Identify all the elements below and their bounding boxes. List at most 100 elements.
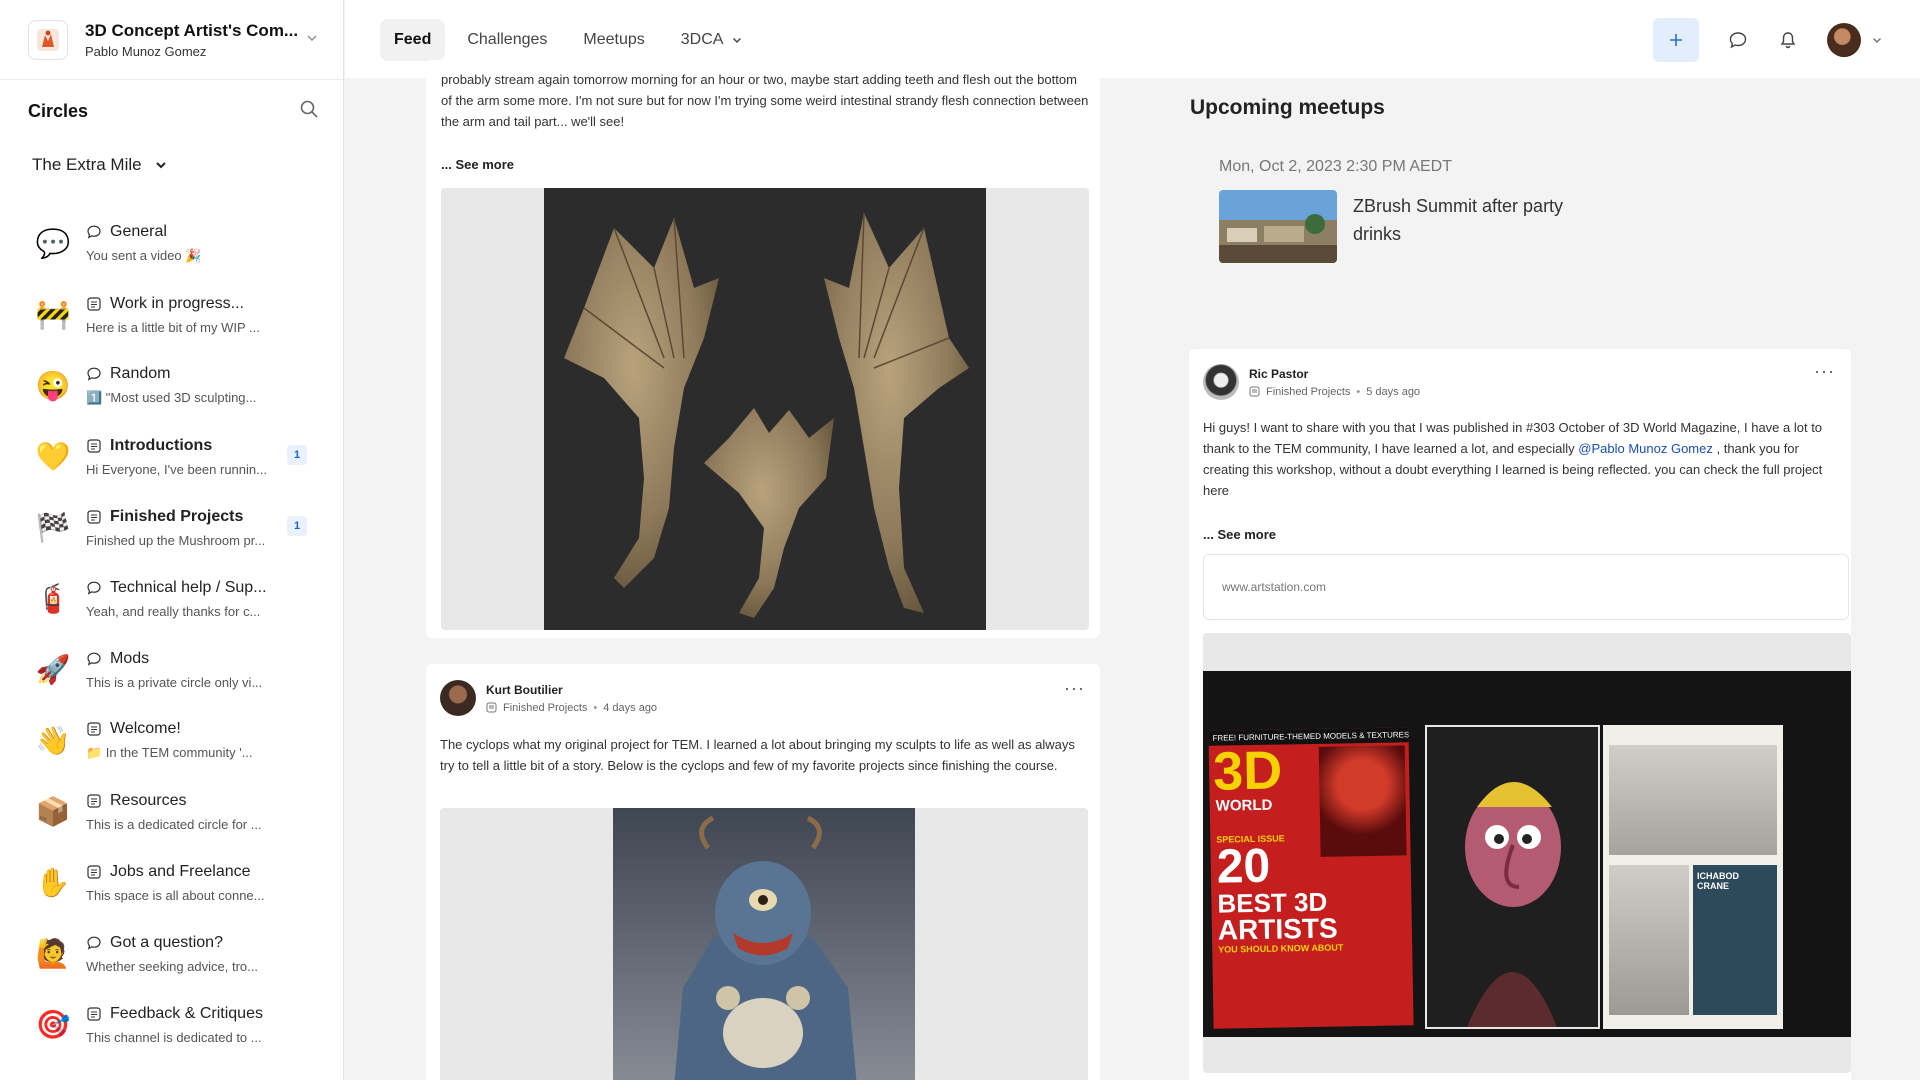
circle-list: 💬 General You sent a video 🎉 🚧 Work in progr… [0, 188, 343, 1060]
sidebar-item-label: Resources [110, 791, 187, 809]
posts-icon [86, 509, 102, 525]
space-selector[interactable]: The Extra Mile [0, 142, 343, 188]
community-logo [28, 19, 68, 60]
link-preview[interactable]: www.artstation.com [1203, 554, 1849, 620]
sidebar-item-feedback-critiques[interactable]: 🎯 Feedback & Critiques This channel is ded… [0, 989, 343, 1060]
sidebar-item-label: Introductions [110, 436, 213, 454]
see-more-link[interactable]: ... See more [441, 157, 514, 172]
sidebar-item-preview: Finished up the Mushroom pr... [86, 532, 266, 548]
tab-challenges[interactable]: Challenges [453, 19, 561, 61]
tab-challenges-label: Challenges [467, 31, 548, 48]
search-icon[interactable] [299, 99, 319, 124]
post-card: Ric Pastor Finished Projects • 5 days ag… [1189, 349, 1851, 1080]
sidebar-item-preview: Hi Everyone, I've been runnin... [86, 461, 267, 477]
post-header: Ric Pastor Finished Projects • 5 days ag… [1203, 364, 1420, 400]
circle-emoji-icon: 💬 [35, 228, 71, 259]
circle-emoji-icon: 📦 [35, 796, 71, 827]
sidebar-item-general[interactable]: 💬 General You sent a video 🎉 [0, 208, 343, 279]
top-actions [1653, 18, 1883, 62]
see-more-link[interactable]: ... See more [1203, 527, 1276, 542]
posts-icon [1249, 386, 1260, 397]
sidebar-item-preview: 📁 In the TEM community '... [86, 745, 253, 760]
posts-icon [86, 1006, 102, 1022]
community-name: 3D Concept Artist's Com... [85, 20, 299, 40]
magazine-headline: ARTISTS [1217, 912, 1338, 946]
user-menu[interactable] [1827, 23, 1883, 57]
circle-emoji-icon: 🧯 [35, 583, 71, 614]
post-image-frame[interactable]: FREE! FURNITURE-THEMED MODELS & TEXTURES… [1203, 633, 1851, 1073]
circles-title: Circles [28, 100, 89, 121]
sidebar-item-preview: This channel is dedicated to ... [86, 1029, 262, 1045]
avatar[interactable] [440, 680, 476, 716]
meetup-thumbnail[interactable] [1219, 190, 1337, 263]
post-meta: Finished Projects • 5 days ago [1249, 386, 1420, 398]
post-body: The cyclops what my original project for… [440, 737, 1075, 773]
sidebar: 3D Concept Artist's Com... Pablo Munoz G… [0, 0, 344, 1080]
sidebar-item-label: Mods [110, 649, 150, 667]
sidebar-item-label: Jobs and Freelance [110, 862, 251, 880]
community-switcher[interactable]: 3D Concept Artist's Com... Pablo Munoz G… [0, 0, 343, 80]
create-button[interactable] [1653, 18, 1699, 62]
tab-feed[interactable]: Feed [380, 19, 446, 61]
circle-emoji-icon: 👋 [35, 725, 71, 756]
chevron-down-icon [733, 37, 742, 44]
posts-icon [86, 721, 102, 737]
circle-emoji-icon: 🙋 [35, 938, 71, 969]
sidebar-item-preview: Here is a little bit of my WIP ... [86, 319, 260, 335]
community-user-name: Pablo Munoz Gomez [85, 43, 207, 59]
magazine-subheadline: YOU SHOULD KNOW ABOUT [1218, 942, 1344, 955]
magazine-page-title: ICHABOD CRANE [1697, 871, 1739, 891]
sidebar-item-random[interactable]: 😜 Random 1️⃣ "Most used 3D sculpting... [0, 350, 343, 421]
post-author[interactable]: Ric Pastor [1249, 367, 1420, 381]
meta-separator: • [593, 701, 598, 714]
sidebar-item-finished-projects[interactable]: 🏁 Finished Projects Finished up the Mushro… [0, 492, 343, 563]
chevron-down-icon [1872, 37, 1882, 44]
post-body: probably stream again tomorrow morning f… [441, 72, 1089, 129]
plus-icon [1670, 34, 1682, 46]
sidebar-item-label: Technical help / Sup... [110, 578, 267, 596]
circle-emoji-icon: 🚀 [35, 654, 71, 685]
meetup-item[interactable]: ZBrush Summit after party drinks [1219, 190, 1690, 263]
meetup-title[interactable]: ZBrush Summit after party drinks [1353, 192, 1613, 263]
chat-icon[interactable] [1727, 29, 1749, 51]
space-selector-label: The Extra Mile [32, 155, 142, 174]
user-mention-link[interactable]: @Pablo Munoz Gomez [1578, 441, 1713, 456]
sidebar-item-introductions[interactable]: 💛 Introductions Hi Everyone, I've been run… [0, 421, 343, 492]
avatar[interactable] [1203, 364, 1239, 400]
post-author[interactable]: Kurt Boutilier [486, 683, 657, 697]
post-image-frame[interactable] [440, 808, 1088, 1080]
sidebar-item-technical-help-sup[interactable]: 🧯 Technical help / Sup... Yeah, and really… [0, 563, 343, 634]
sidebar-item-work-in-progress[interactable]: 🚧 Work in progress... Here is a little bit… [0, 279, 343, 350]
post-header: Kurt Boutilier Finished Projects • 4 day… [440, 680, 657, 716]
posts-icon [86, 296, 102, 312]
more-options-icon[interactable]: ··· [1814, 361, 1835, 382]
sidebar-item-got-a-question[interactable]: 🙋 Got a question? Whether seeking advice, … [0, 918, 343, 989]
post-circle[interactable]: Finished Projects [1266, 386, 1350, 398]
chevron-down-icon[interactable] [305, 31, 319, 48]
tab-3dca[interactable]: 3DCA [667, 19, 758, 61]
post-circle[interactable]: Finished Projects [503, 702, 587, 714]
chat-icon [86, 935, 102, 951]
bell-icon[interactable] [1777, 29, 1799, 51]
tab-meetups[interactable]: Meetups [569, 19, 658, 61]
sidebar-item-jobs-and-freelance[interactable]: ✋ Jobs and Freelance This space is all abo… [0, 847, 343, 918]
sidebar-item-welcome[interactable]: 👋 Welcome! 📁 In the TEM community '... [0, 705, 343, 776]
sidebar-item-label: Feedback & Critiques [110, 1004, 263, 1022]
post-body: Hi guys! I want to share with you that I… [1203, 417, 1839, 501]
more-options-icon[interactable]: ··· [1064, 678, 1085, 699]
sidebar-item-label: Finished Projects [110, 507, 244, 525]
post-card: probably stream again tomorrow morning f… [426, 60, 1100, 638]
magazine-cover: FREE! FURNITURE-THEMED MODELS & TEXTURES… [1208, 727, 1414, 1029]
sidebar-item-resources[interactable]: 📦 Resources This is a dedicated circle for… [0, 776, 343, 847]
upcoming-meetups: Upcoming meetups Mon, Oct 2, 2023 2:30 P… [1190, 96, 1690, 263]
post-image-frame[interactable] [441, 188, 1089, 630]
circle-emoji-icon: 💛 [35, 441, 71, 472]
sidebar-item-preview: Yeah, and really thanks for c... [86, 603, 261, 619]
post-card: Kurt Boutilier Finished Projects • 4 day… [426, 664, 1100, 1080]
post-time: 4 days ago [603, 701, 658, 714]
sidebar-item-mods[interactable]: 🚀 Mods This is a private circle only vi... [0, 634, 343, 705]
sidebar-item-preview: 1️⃣ "Most used 3D sculpting... [86, 390, 257, 405]
circle-emoji-icon: 🚧 [35, 299, 71, 330]
sidebar-item-preview: This space is all about conne... [86, 887, 265, 903]
chat-icon [86, 580, 102, 596]
